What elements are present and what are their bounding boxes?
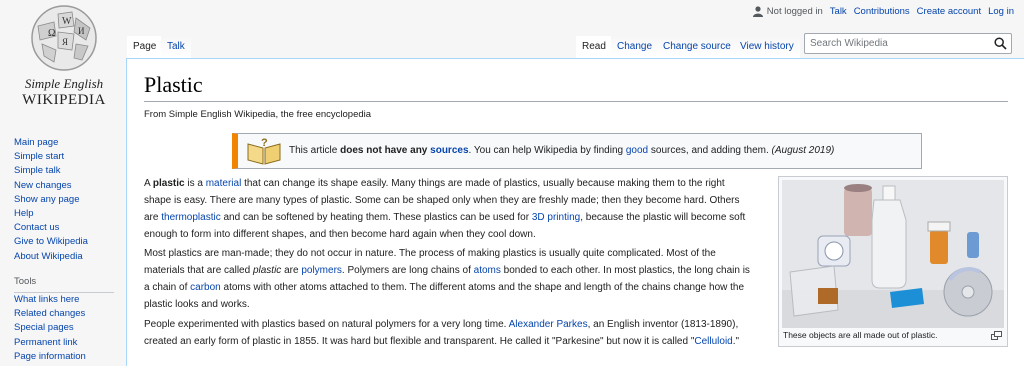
content-area: Plastic From Simple English Wikipedia, t…	[126, 58, 1024, 366]
personal-tools: Not logged in Talk Contributions Create …	[752, 6, 1014, 17]
enlarge-icon[interactable]	[991, 331, 1002, 340]
tab-read[interactable]: Read	[576, 36, 612, 58]
paragraph-3: People experimented with plastics based …	[144, 319, 740, 347]
svg-text:?: ?	[261, 137, 268, 149]
tab-page[interactable]: Page	[127, 36, 163, 58]
search-box	[804, 33, 1012, 54]
sidebar-item-help[interactable]: Help	[14, 207, 88, 221]
search-icon[interactable]	[994, 37, 1007, 50]
thermoplastic-link[interactable]: thermoplastic	[161, 212, 220, 223]
paragraph-2: Most plastics are man-made; they do not …	[144, 248, 750, 310]
tab-talk[interactable]: Talk	[161, 36, 191, 58]
page-title: Plastic	[144, 72, 203, 97]
talk-link[interactable]: Talk	[830, 6, 847, 17]
globe-icon: Ω W И Я	[31, 5, 97, 71]
user-icon	[752, 6, 763, 17]
sidebar-nav: Main page Simple start Simple talk New c…	[14, 136, 88, 264]
not-logged-in-text: Not logged in	[766, 6, 823, 17]
polymers-link[interactable]: polymers	[301, 265, 342, 276]
logo-wordmark-line2: WIKIPEDIA	[22, 92, 106, 108]
contributions-link[interactable]: Contributions	[854, 6, 910, 17]
sidebar-tools-heading: Tools	[14, 276, 37, 287]
svg-text:W: W	[62, 16, 72, 27]
sidebar-item-contact-us[interactable]: Contact us	[14, 221, 88, 235]
sidebar-item-related-changes[interactable]: Related changes	[14, 307, 86, 321]
sidebar-item-what-links-here[interactable]: What links here	[14, 293, 86, 307]
svg-text:Я: Я	[62, 37, 68, 47]
svg-text:Ω: Ω	[48, 28, 55, 39]
article-image-thumbnail: These objects are all made out of plasti…	[778, 176, 1008, 347]
sidebar-item-simple-start[interactable]: Simple start	[14, 150, 88, 164]
site-tagline: From Simple English Wikipedia, the free …	[144, 109, 372, 120]
alexander-parkes-link[interactable]: Alexander Parkes	[509, 319, 588, 330]
atoms-link[interactable]: atoms	[474, 265, 501, 276]
plastic-objects-image[interactable]	[782, 180, 1004, 328]
celluloid-link[interactable]: Celluloid	[694, 336, 732, 347]
tab-change[interactable]: Change	[611, 36, 659, 58]
no-sources-notice: ? This article does not have any sources…	[232, 133, 922, 169]
tab-change-source[interactable]: Change source	[657, 36, 737, 58]
sidebar-item-page-information[interactable]: Page information	[14, 350, 86, 364]
sidebar-item-main-page[interactable]: Main page	[14, 136, 88, 150]
title-divider	[144, 101, 1008, 102]
carbon-link[interactable]: carbon	[190, 282, 221, 293]
sidebar-item-special-pages[interactable]: Special pages	[14, 321, 86, 335]
open-book-icon: ?	[247, 137, 281, 165]
svg-text:И: И	[78, 26, 85, 36]
sidebar-item-simple-talk[interactable]: Simple talk	[14, 164, 88, 178]
3d-printing-link[interactable]: 3D printing	[532, 212, 580, 223]
sources-link[interactable]: sources	[430, 145, 468, 156]
image-caption: These objects are all made out of plasti…	[783, 330, 938, 340]
logo-wordmark-line1: Simple English	[24, 76, 104, 91]
create-account-link[interactable]: Create account	[917, 6, 981, 17]
paragraph-1: A plastic is a material that can change …	[144, 178, 746, 240]
sidebar-item-show-any-page[interactable]: Show any page	[14, 193, 88, 207]
material-link[interactable]: material	[206, 178, 242, 189]
sidebar-tools: What links here Related changes Special …	[14, 293, 86, 364]
good-link[interactable]: good	[626, 145, 648, 156]
sidebar-item-permanent-link[interactable]: Permanent link	[14, 336, 86, 350]
sidebar-item-give[interactable]: Give to Wikipedia	[14, 235, 88, 249]
sidebar-item-about[interactable]: About Wikipedia	[14, 250, 88, 264]
notice-text: This article does not have any sources. …	[289, 145, 835, 156]
wiki-logo[interactable]: Ω W И Я Simple English WIKIPEDIA	[8, 2, 120, 110]
login-link[interactable]: Log in	[988, 6, 1014, 17]
tab-view-history[interactable]: View history	[734, 36, 800, 58]
search-input[interactable]	[805, 34, 995, 53]
sidebar-item-new-changes[interactable]: New changes	[14, 179, 88, 193]
